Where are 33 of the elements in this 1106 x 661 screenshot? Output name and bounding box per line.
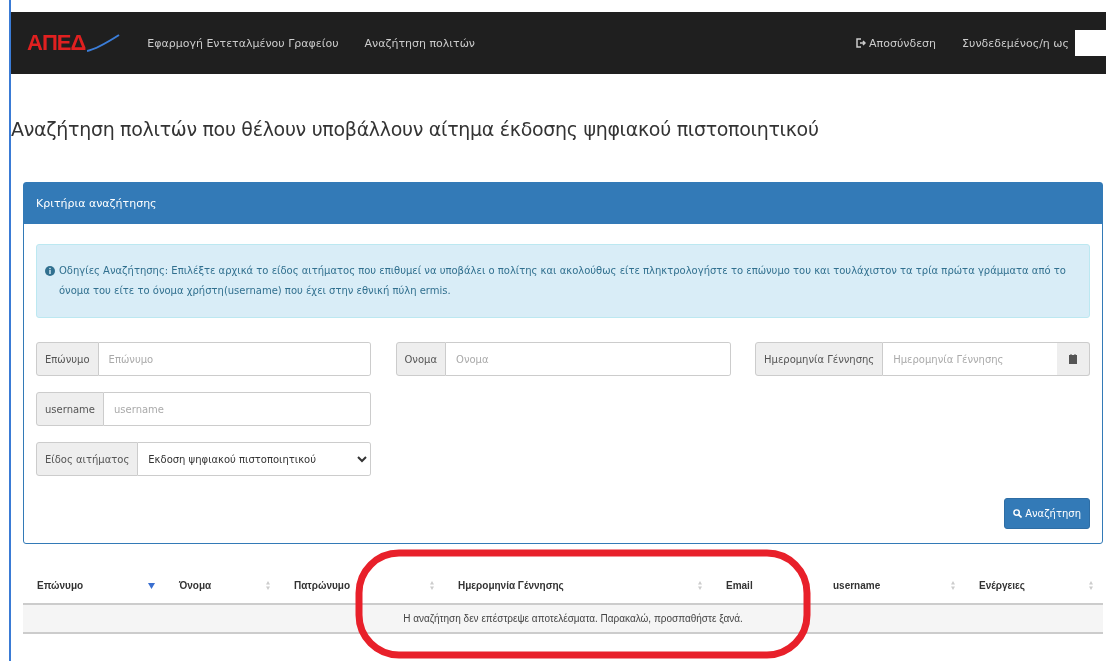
input-field[interactable]: Ονομα <box>446 342 731 376</box>
field-label: Είδος αιτήματος <box>36 442 139 476</box>
logged-in-label: Συνδεδεμένος/η ως <box>962 36 1069 50</box>
logout-link[interactable]: Αποσύνδεση <box>856 36 937 50</box>
field-label: Επώνυμο <box>36 342 99 376</box>
page-title: Αναζήτηση πολιτών που θέλουν υποβάλλουν αίτημα έκδοσης ψηφιακού πιστοποιητικού <box>11 118 820 140</box>
column-header[interactable]: Email <box>712 568 819 603</box>
field-label: username <box>36 392 104 426</box>
nav-link[interactable]: Εφαρμογή Εντεταλμένου Γραφείου <box>147 36 339 50</box>
input-field[interactable]: username <box>104 392 371 426</box>
field-label: Ημερομηνία Γέννησης <box>755 342 884 376</box>
calendar-button[interactable] <box>1057 342 1090 376</box>
field-label: Ονομα <box>395 342 447 376</box>
info-icon <box>45 266 55 276</box>
logo-swoosh-icon <box>87 33 122 53</box>
date-input-field[interactable]: Ημερομηνία Γέννησης <box>883 342 1057 376</box>
calendar-icon <box>1069 354 1077 364</box>
request-type-select[interactable]: Εκδοση ψηφιακού πιστοποιητικού <box>138 442 371 476</box>
column-header[interactable]: Ενέργειες <box>965 568 1103 603</box>
empty-table-message: Η αναζήτηση δεν επέστρεψε αποτελέσματα. Παρακαλώ, προσπαθήστε ξανά. <box>23 605 1103 634</box>
panel-title: Κριτήρια αναζήτησης <box>24 183 1102 224</box>
column-header[interactable]: Επώνυμο <box>23 568 165 603</box>
column-header[interactable]: Όνομα <box>165 568 280 603</box>
nav-link[interactable]: Αναζήτηση πολιτών <box>364 36 475 50</box>
column-header[interactable]: Ημερομηνία Γέννησης <box>444 568 712 603</box>
column-header[interactable]: Πατρώνυμο <box>280 568 444 603</box>
column-header[interactable]: username <box>819 568 965 603</box>
search-icon <box>1013 509 1023 518</box>
input-field[interactable]: Επώνυμο <box>98 342 371 376</box>
logout-icon <box>856 38 867 48</box>
info-text: Οδηγίες Αναζήτησης: Επιλέξτε αρχικά το είδος αιτήματος που επιθυμεί να υποβάλει ο πολίτης και ακολούθως είτε πληκτρολογήστε το επώνυμο του και τουλάχιστον τα τρία πρώτα γράμματα από το όνομα του είτε το όνομα χρήστη(username) που έχει στην εθνική πύλη ermis. <box>59 264 1067 298</box>
redaction-box <box>1075 30 1106 56</box>
search-button[interactable]: Αναζήτηση <box>1004 498 1090 529</box>
